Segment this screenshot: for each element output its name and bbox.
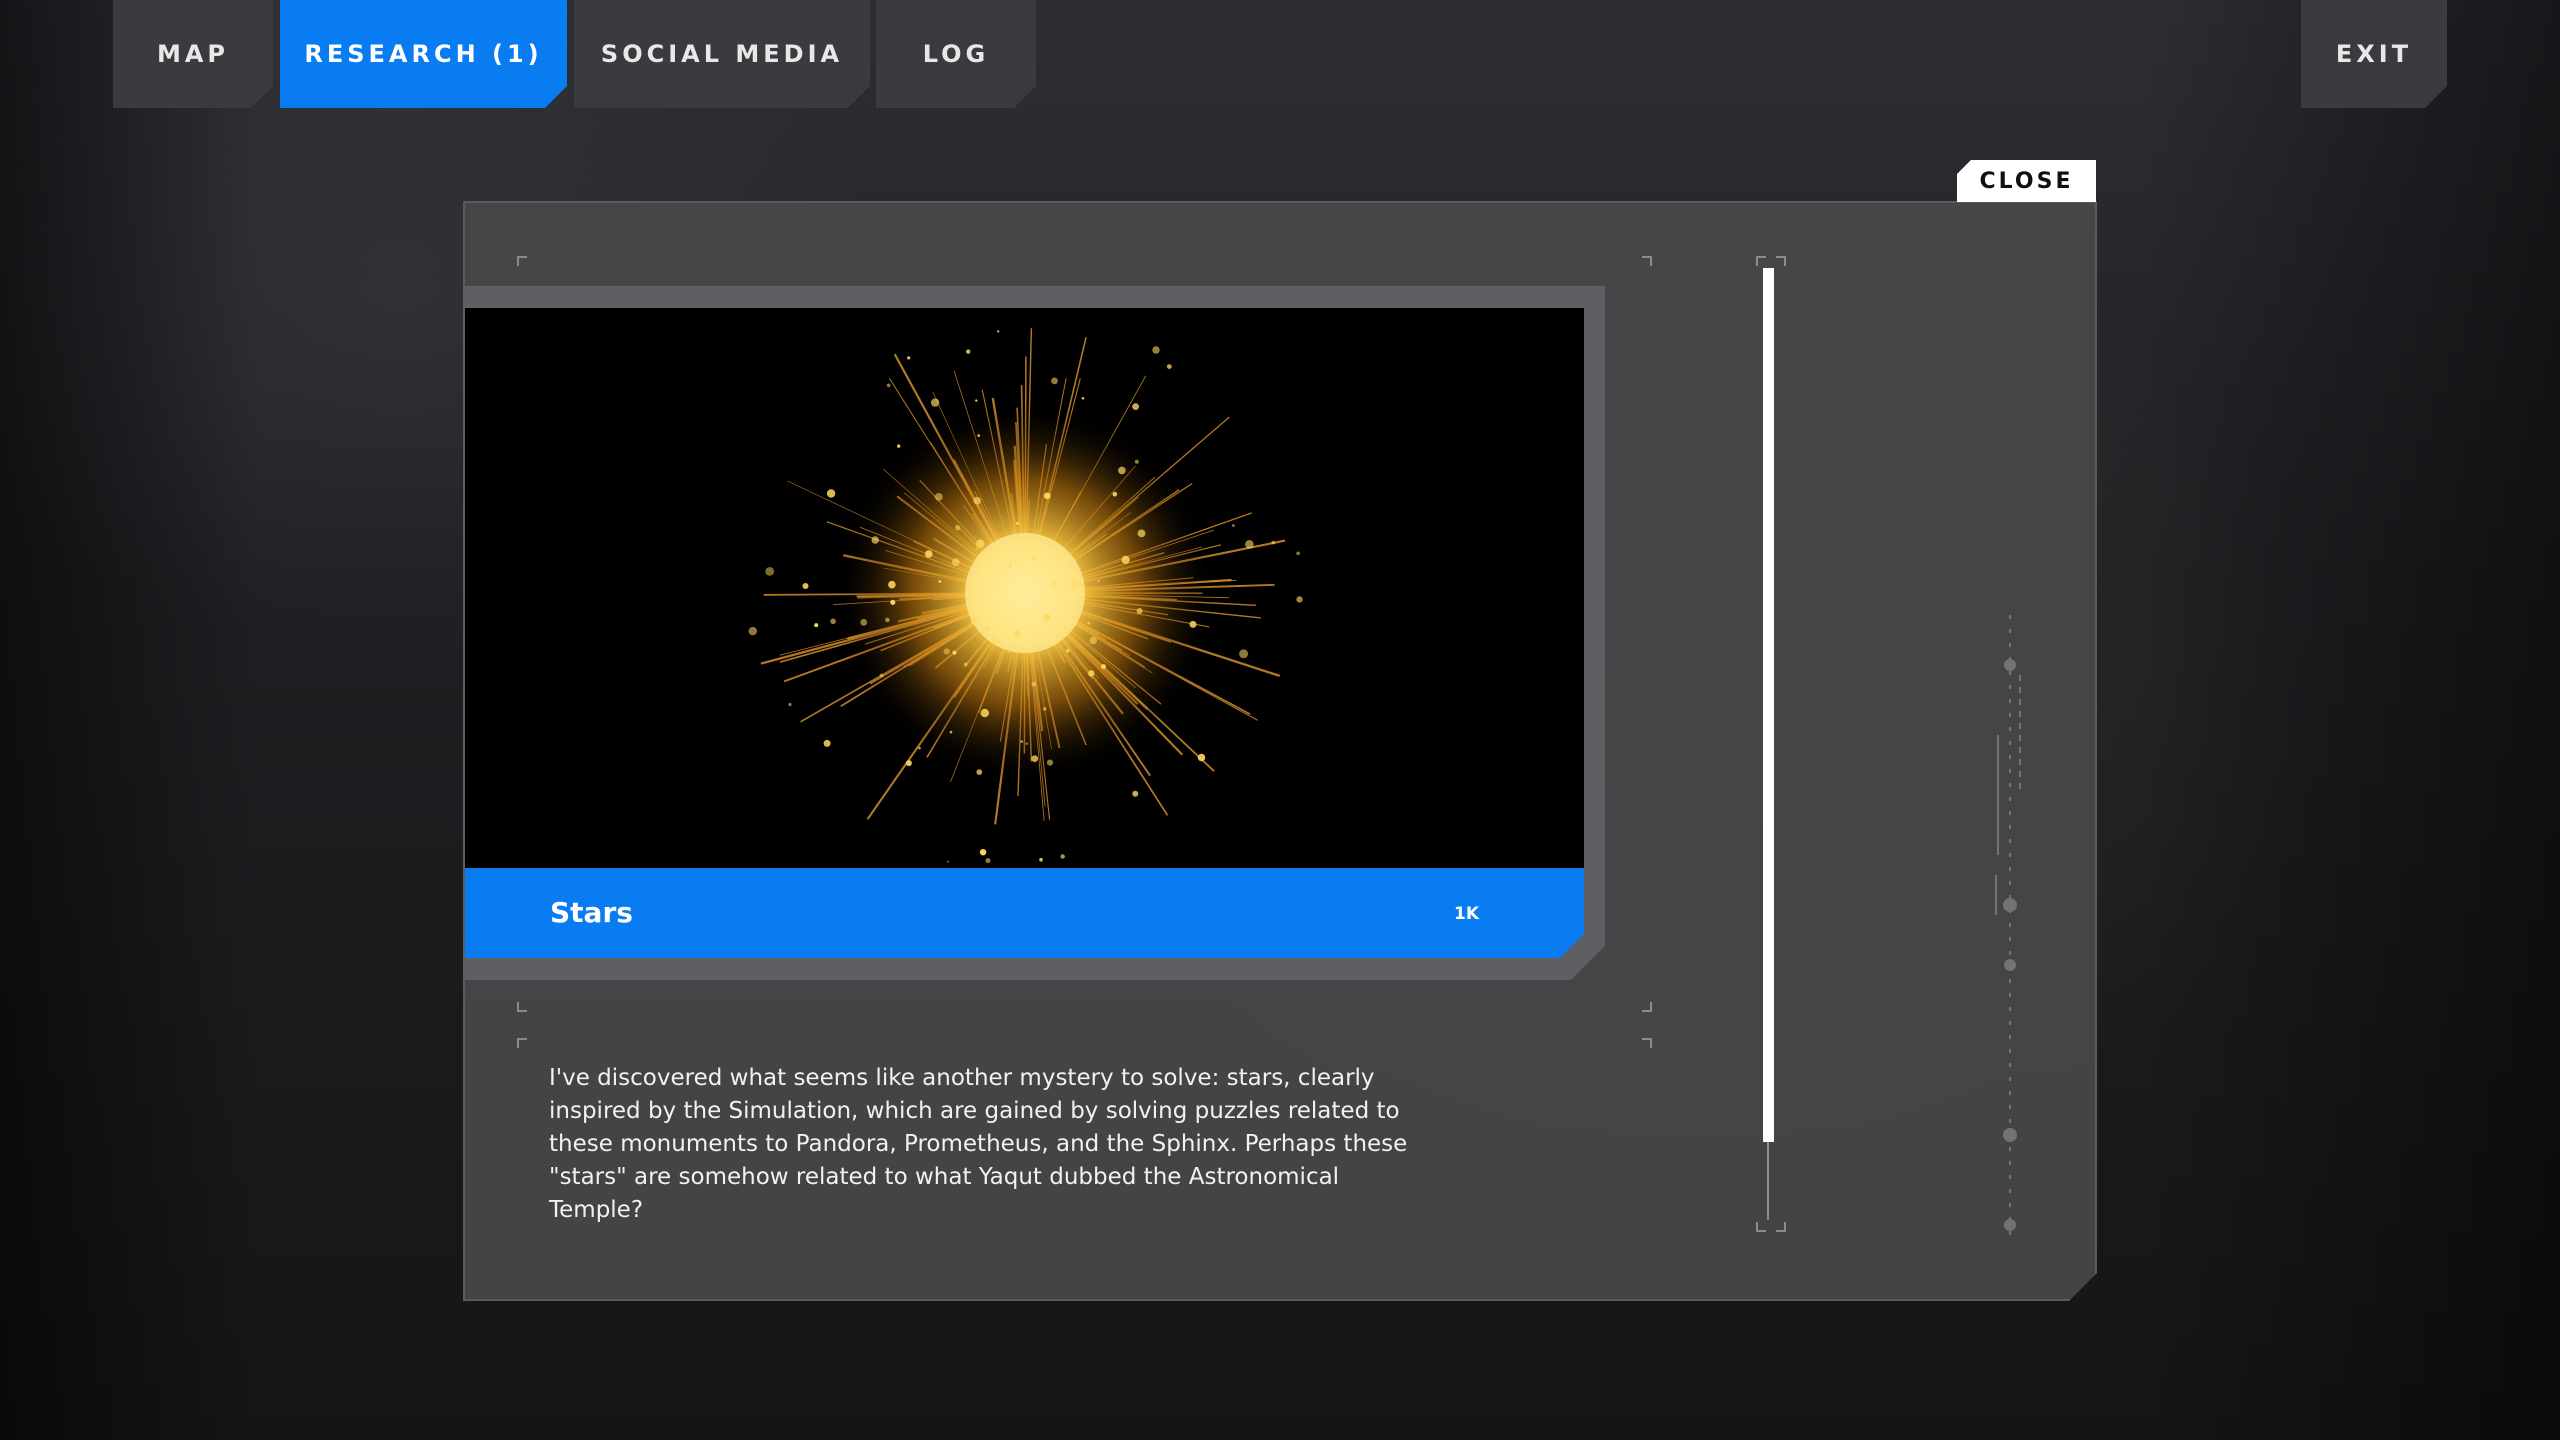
tab-social-media[interactable]: SOCIAL MEDIA [574,0,870,108]
close-button-label: CLOSE [1979,168,2074,194]
tab-map-label: MAP [156,40,230,68]
tab-log[interactable]: LOG [876,0,1036,108]
card-title: Stars [550,896,633,929]
exit-button-label: EXIT [2335,40,2413,68]
corner-bracket [1642,256,1652,266]
tab-log-label: LOG [922,40,990,68]
card-count-badge: 1K [1454,904,1480,924]
tab-research-label: RESEARCH (1) [304,40,543,68]
exit-button[interactable]: EXIT [2301,0,2447,108]
close-button[interactable]: CLOSE [1957,160,2096,202]
tab-social-media-label: SOCIAL MEDIA [600,40,844,68]
corner-bracket [1776,256,1786,266]
corner-bracket [1642,1038,1652,1048]
corner-bracket [517,1038,527,1048]
tab-map[interactable]: MAP [113,0,273,108]
corner-bracket [1756,256,1766,266]
corner-bracket [517,1002,527,1012]
tab-research[interactable]: RESEARCH (1) [280,0,567,108]
corner-bracket [517,256,527,266]
research-description: I've discovered what seems like another … [549,1065,1408,1223]
corner-bracket [1756,1222,1766,1232]
scrollbar-thumb[interactable] [1763,268,1774,1142]
corner-bracket [1776,1222,1786,1232]
circuit-decoration [1995,615,2021,1235]
stars-image [465,308,1584,868]
corner-bracket [1642,1002,1652,1012]
background-shadow-left [0,0,260,1440]
background-shadow-right [2140,0,2560,1440]
starburst-icon [748,328,1303,864]
